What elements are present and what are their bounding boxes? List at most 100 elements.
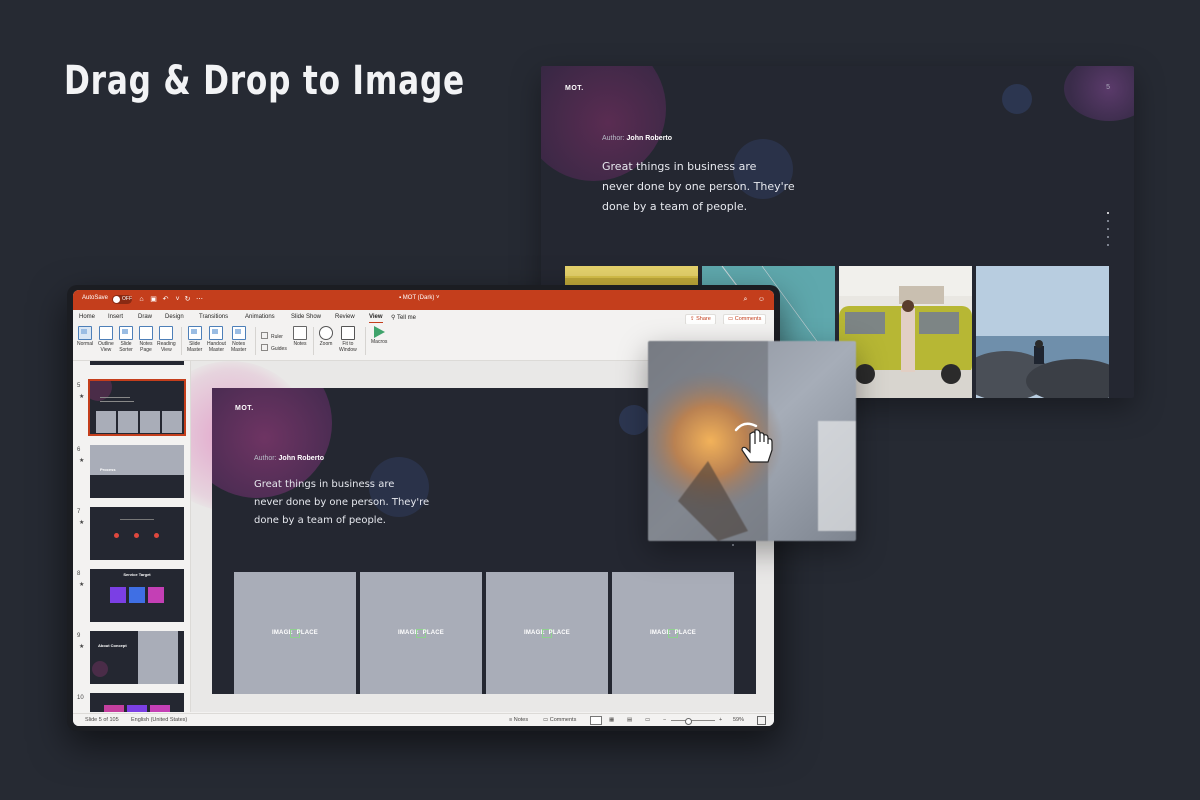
chevron-down-icon[interactable]: ˅ (173, 295, 182, 304)
undo-icon[interactable]: ↶ (161, 295, 170, 304)
thumbnail-title: About Concept (98, 643, 127, 648)
slide-sorter-button[interactable]: Slide Sorter (119, 326, 133, 353)
document-title: ▪ MOT (Dark) ˅ (399, 295, 440, 301)
reading-view-button[interactable]: Reading View (157, 326, 176, 353)
page-title: Drag & Drop to Image (64, 58, 466, 104)
star-icon: ★ (79, 394, 85, 400)
slide-master-button[interactable]: Slide Master (187, 326, 202, 353)
author-label: Author: (602, 135, 625, 142)
zoom-level[interactable]: 59% (733, 717, 744, 723)
outline-view-button[interactable]: Outline View (98, 326, 114, 353)
normal-view-icon[interactable] (590, 716, 602, 725)
tell-me[interactable]: ⚲ Tell me (391, 314, 416, 321)
comments-label: Comments (734, 316, 762, 322)
ribbon-divider (313, 327, 314, 355)
zoom-out-icon[interactable]: − (663, 717, 666, 723)
handout-master-label-2: Master (208, 347, 225, 353)
blue-circle (1002, 84, 1032, 114)
placeholder-text: PLACE (674, 630, 696, 636)
notes-master-button[interactable]: Notes Master (231, 326, 246, 353)
autosave-toggle[interactable]: OFF (112, 295, 132, 304)
thumbnail-6[interactable]: Process (90, 445, 184, 498)
reading-view-label-2: View (160, 347, 172, 353)
thumbnail-5[interactable] (88, 379, 186, 436)
placeholder-text: PLACE (422, 630, 444, 636)
quote-line: done by a team of people. (254, 515, 386, 526)
slide-thumbnails: 5 ★ 6 ★ Process 7 ★ 8 ★ Service Target 9… (73, 361, 191, 712)
redo-icon[interactable]: ↻ (183, 295, 192, 304)
zoom-label: Zoom (319, 341, 333, 347)
save-icon[interactable]: ▣ (149, 295, 158, 304)
tab-slide-show[interactable]: Slide Show (291, 314, 321, 320)
notes-status-button[interactable]: ≡ Notes (509, 717, 528, 723)
notes-master-icon (231, 326, 246, 340)
zoom-slider[interactable] (671, 720, 715, 721)
menu-bar: Home Insert Draw Design Transitions Anim… (73, 310, 774, 325)
image-placeholder[interactable]: IMAGE PLACE (486, 572, 608, 694)
ruler-checkbox[interactable]: Ruler (261, 332, 283, 340)
thumbnail-number: 6 (77, 447, 81, 453)
search-icon[interactable]: ⌕ (741, 295, 750, 304)
quote-text: Great things in business are never done … (602, 157, 822, 217)
language[interactable]: English (United States) (131, 717, 187, 723)
purple-blob (1064, 66, 1134, 121)
image-placeholder[interactable]: IMAGE PLACE (360, 572, 482, 694)
zoom-slider-thumb[interactable] (685, 718, 692, 725)
image-placeholder[interactable]: IMAGE PLACE (234, 572, 356, 694)
ribbon-divider (365, 327, 366, 355)
handout-master-button[interactable]: Handout Master (207, 326, 226, 353)
thumbnail-9[interactable]: About Concept (90, 631, 184, 684)
image-placeholder[interactable]: IMAGE PLACE (612, 572, 734, 694)
tab-insert[interactable]: Insert (108, 314, 123, 320)
tab-design[interactable]: Design (165, 314, 184, 320)
fit-label-2: Window (339, 347, 357, 353)
sorter-view-icon[interactable]: ▦ (609, 717, 614, 723)
guides-checkbox[interactable]: Guides (261, 344, 287, 352)
outline-label-2: View (100, 347, 112, 353)
page-number: 5 (1106, 84, 1110, 91)
quote-line: Great things in business are (254, 479, 395, 490)
more-icon[interactable]: ⋯ (195, 295, 204, 304)
notes-button[interactable]: Notes (293, 326, 307, 347)
notes-page-icon (139, 326, 153, 340)
macros-label: Macros (371, 339, 388, 345)
slide-dots (1107, 212, 1109, 246)
macros-button[interactable]: Macros (371, 326, 387, 345)
author-name: John Roberto (626, 135, 673, 142)
home-icon[interactable]: ⌂ (137, 295, 146, 304)
zoom-icon (319, 326, 333, 340)
photo-sea-rocks (976, 266, 1109, 398)
smiley-icon[interactable]: ☺ (757, 295, 766, 304)
notes-page-button[interactable]: Notes Page (139, 326, 153, 353)
comments-status-button[interactable]: ▭ Comments (543, 717, 576, 723)
normal-view-button[interactable]: Normal (77, 326, 93, 347)
zoom-button[interactable]: Zoom (319, 326, 333, 347)
thumbnail-previous[interactable] (90, 361, 184, 365)
fit-to-window-button[interactable]: Fit to Window (339, 326, 357, 353)
star-icon: ★ (79, 458, 85, 464)
slide-master-label-2: Master (187, 347, 203, 353)
thumbnail-number: 9 (77, 633, 81, 639)
thumbnail-10[interactable] (90, 693, 184, 712)
tab-transitions[interactable]: Transitions (199, 314, 228, 320)
notes-label: Notes (293, 341, 307, 347)
tab-draw[interactable]: Draw (138, 314, 152, 320)
thumbnail-title: Service Target (123, 572, 151, 577)
reading-view-icon[interactable]: ▤ (627, 717, 632, 723)
tab-animations[interactable]: Animations (245, 314, 275, 320)
quote-line: Great things in business are (602, 160, 757, 173)
reading-view-icon (159, 326, 174, 340)
ribbon-divider (181, 327, 182, 355)
slide-sorter-icon (119, 326, 133, 340)
tell-me-label: Tell me (396, 315, 416, 321)
zoom-in-icon[interactable]: + (719, 717, 722, 723)
tab-review[interactable]: Review (335, 314, 355, 320)
quote-line: never done by one person. They're (602, 180, 795, 193)
guides-label: Guides (271, 346, 287, 352)
thumbnail-8[interactable]: Service Target (90, 569, 184, 622)
slideshow-view-icon[interactable]: ▭ (645, 717, 650, 723)
tab-view[interactable]: View (369, 314, 383, 323)
tab-home[interactable]: Home (79, 314, 95, 320)
thumbnail-7[interactable] (90, 507, 184, 560)
fit-slide-icon[interactable] (757, 716, 766, 725)
